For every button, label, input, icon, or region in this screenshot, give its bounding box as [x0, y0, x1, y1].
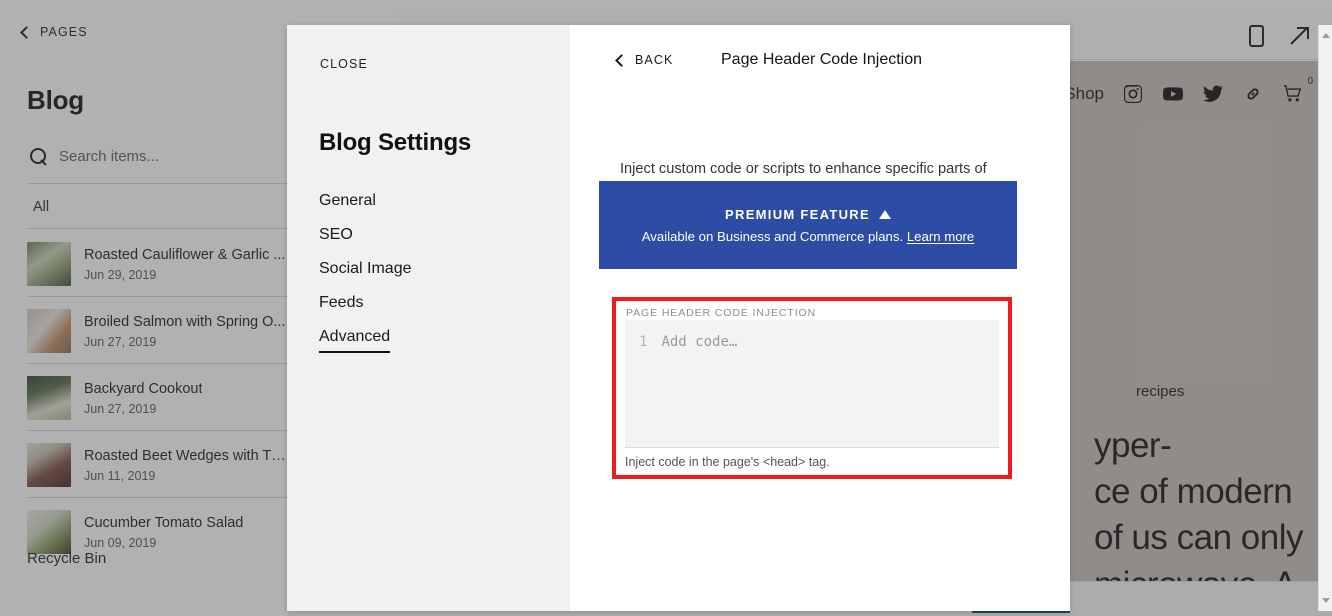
content-header: BACK Page Header Code Injection [570, 25, 1070, 101]
chevron-left-icon [615, 53, 628, 67]
back-button[interactable]: BACK [615, 53, 674, 67]
nav-item-advanced[interactable]: Advanced [319, 329, 391, 353]
settings-content-panel: BACK Page Header Code Injection Inject c… [570, 25, 1070, 611]
settings-title: Blog Settings [319, 129, 472, 156]
close-button[interactable]: CLOSE [320, 57, 368, 71]
premium-banner-title: PREMIUM FEATURE [725, 207, 891, 222]
premium-banner-label: PREMIUM FEATURE [725, 206, 870, 222]
nav-item-seo[interactable]: SEO [319, 227, 353, 261]
premium-learn-more-link[interactable]: Learn more [907, 229, 974, 244]
line-number: 1 [639, 334, 648, 350]
settings-modal: CLOSE Blog Settings General SEO Social I… [287, 25, 1070, 611]
scroll-down-arrow-icon[interactable] [1322, 598, 1330, 603]
code-injection-highlight: PAGE HEADER CODE INJECTION 1 Add code… In… [612, 297, 1012, 479]
screen: PAGES Blog Search items... All Roasted C… [0, 0, 1332, 616]
field-label: PAGE HEADER CODE INJECTION [626, 307, 817, 319]
premium-feature-banner[interactable]: PREMIUM FEATURE Available on Business an… [599, 181, 1017, 269]
modal-scrollbar[interactable] [1318, 25, 1332, 611]
premium-banner-subtitle: Available on Business and Commerce plans… [642, 229, 975, 244]
page-title: Page Header Code Injection [721, 51, 923, 68]
caret-up-icon [878, 209, 891, 219]
nav-item-social-image[interactable]: Social Image [319, 261, 412, 295]
settings-nav-list: General SEO Social Image Feeds Advanced [319, 193, 412, 365]
premium-banner-subtext: Available on Business and Commerce plans… [641, 228, 907, 244]
scroll-up-arrow-icon[interactable] [1322, 33, 1330, 38]
overlay-dim-left [0, 0, 288, 616]
back-label: BACK [635, 53, 674, 67]
nav-item-general[interactable]: General [319, 193, 376, 227]
nav-item-feeds[interactable]: Feeds [319, 295, 363, 329]
settings-nav-panel: CLOSE Blog Settings General SEO Social I… [287, 25, 570, 611]
code-editor[interactable]: 1 Add code… [625, 320, 999, 448]
field-help-text: Inject code in the page's <head> tag. [625, 455, 830, 469]
code-placeholder: Add code… [661, 334, 738, 350]
